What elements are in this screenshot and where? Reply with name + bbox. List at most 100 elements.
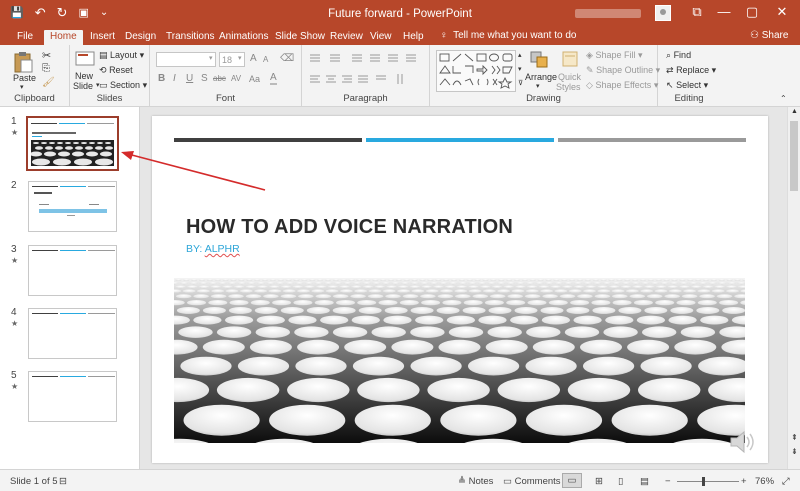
- quick-styles-icon[interactable]: [561, 50, 581, 68]
- copy-icon[interactable]: ⎘: [42, 63, 50, 74]
- strikethrough-button[interactable]: abc: [213, 74, 226, 83]
- slide-canvas[interactable]: HOW TO ADD VOICE NARRATION BY: ALPHR: [152, 116, 768, 463]
- spell-check-icon[interactable]: ⊟: [59, 476, 67, 487]
- tab-home[interactable]: Home: [44, 30, 83, 46]
- photo-disc: [247, 282, 256, 285]
- slide-sorter-button[interactable]: ⊞: [595, 476, 603, 487]
- shape-outline-button[interactable]: ✎ Shape Outline ▾: [586, 65, 660, 76]
- tab-review[interactable]: Review: [330, 30, 363, 45]
- shapes-scroll-up-icon[interactable]: ▴: [518, 51, 522, 59]
- tell-me-search[interactable]: ♀ Tell me what you want to do: [440, 30, 576, 41]
- scrollbar-thumb[interactable]: [790, 121, 798, 191]
- font-name-dropdown[interactable]: [156, 52, 216, 67]
- decrease-font-size-button[interactable]: A: [263, 55, 268, 64]
- fit-slide-button[interactable]: ⤢: [782, 476, 790, 487]
- section-button[interactable]: ▭ Section ▾: [99, 80, 147, 91]
- paste-dropdown-icon[interactable]: ▾: [20, 83, 24, 91]
- bold-button[interactable]: B: [158, 73, 165, 84]
- scroll-up-icon[interactable]: ▲: [791, 108, 798, 115]
- tab-design[interactable]: Design: [125, 30, 156, 45]
- cut-icon[interactable]: ✂: [42, 49, 51, 62]
- change-case-button[interactable]: Aa: [249, 74, 260, 84]
- font-name-dropdown-icon[interactable]: ▾: [209, 54, 213, 62]
- group-paragraph: Paragraph: [302, 45, 430, 107]
- replace-button[interactable]: ⇄ Replace ▾: [666, 65, 716, 76]
- shapes-gallery[interactable]: [436, 50, 516, 92]
- photo-disc: [378, 300, 398, 306]
- tab-view[interactable]: View: [370, 30, 392, 45]
- zoom-in-button[interactable]: +: [741, 476, 747, 487]
- close-button[interactable]: ✕: [772, 4, 792, 20]
- format-painter-icon[interactable]: 🖌: [42, 77, 55, 88]
- slide-thumbnail-3[interactable]: [28, 245, 117, 296]
- tab-help[interactable]: Help: [403, 30, 424, 45]
- shape-fill-button[interactable]: ◈ Shape Fill ▾: [586, 50, 643, 61]
- new-slide-icon[interactable]: [75, 51, 95, 67]
- font-size-dropdown-icon[interactable]: ▾: [238, 54, 242, 62]
- subtitle-prefix: BY:: [186, 243, 205, 255]
- quick-styles-label-1[interactable]: Quick: [558, 72, 581, 82]
- increase-font-size-button[interactable]: A: [250, 53, 257, 64]
- tab-insert[interactable]: Insert: [90, 30, 115, 45]
- arrange-icon[interactable]: [529, 50, 551, 70]
- user-name[interactable]: [575, 9, 641, 18]
- zoom-out-button[interactable]: −: [665, 476, 671, 487]
- zoom-slider-track[interactable]: [677, 481, 739, 482]
- vertical-scrollbar[interactable]: ▲ ⇞ ⇟: [787, 107, 800, 469]
- photo-disc: [386, 285, 397, 289]
- find-button[interactable]: ⌕ Find: [666, 50, 691, 61]
- shapes-more-icon[interactable]: ⊽: [518, 79, 523, 87]
- slide-thumbnail-1[interactable]: [26, 116, 119, 171]
- slide-editing-area: HOW TO ADD VOICE NARRATION BY: ALPHR: [140, 107, 787, 469]
- layout-button[interactable]: ▤ Layout ▾: [99, 50, 144, 61]
- underline-button[interactable]: U: [186, 73, 193, 84]
- slide-thumbnail-5[interactable]: [28, 371, 117, 422]
- new-slide-label-2[interactable]: Slide: [73, 81, 93, 91]
- ribbon-display-options-icon[interactable]: ⧉: [687, 4, 707, 20]
- slide-subtitle[interactable]: BY: ALPHR: [186, 243, 240, 255]
- select-button[interactable]: ↖ Select ▾: [666, 80, 708, 91]
- normal-view-button[interactable]: ▭: [562, 473, 582, 488]
- tab-transitions[interactable]: Transitions: [166, 30, 215, 45]
- text-shadow-button[interactable]: S: [201, 73, 208, 84]
- italic-button[interactable]: I: [173, 73, 176, 84]
- slide-thumbnail-4[interactable]: [28, 308, 117, 359]
- photo-disc: [295, 356, 347, 376]
- tab-slide-show[interactable]: Slide Show: [275, 30, 325, 45]
- notes-button[interactable]: ≜ Notes: [458, 476, 493, 487]
- comments-button[interactable]: ▭ Comments: [503, 476, 561, 487]
- clear-formatting-icon[interactable]: ⌫: [280, 53, 294, 64]
- quick-styles-label-2[interactable]: Styles: [556, 82, 581, 92]
- shapes-scroll-down-icon[interactable]: ▾: [518, 65, 522, 73]
- slide-thumbnail-2[interactable]: [28, 181, 117, 232]
- reading-view-button[interactable]: ▯: [618, 476, 623, 487]
- shape-effects-button[interactable]: ◇ Shape Effects ▾: [586, 80, 658, 91]
- collapse-ribbon-icon[interactable]: ⌃: [780, 94, 787, 103]
- arrange-button[interactable]: Arrange: [525, 72, 557, 82]
- paste-icon[interactable]: [12, 51, 34, 73]
- photo-disc: [266, 282, 275, 285]
- restore-button[interactable]: ▢: [742, 4, 762, 20]
- share-button[interactable]: ⚇ Share: [750, 30, 788, 41]
- reset-button[interactable]: ⟲ Reset: [99, 65, 133, 76]
- slide-title[interactable]: HOW TO ADD VOICE NARRATION: [186, 216, 513, 239]
- tab-animations[interactable]: Animations: [219, 30, 268, 45]
- font-color-button[interactable]: A: [270, 72, 277, 85]
- tab-file[interactable]: File: [17, 30, 33, 45]
- zoom-level[interactable]: 76%: [755, 476, 774, 487]
- slide-show-button[interactable]: ▤: [640, 476, 649, 487]
- arrange-dropdown-icon[interactable]: ▾: [536, 82, 540, 90]
- paste-button[interactable]: Paste: [13, 73, 36, 83]
- zoom-slider-thumb[interactable]: [702, 477, 705, 486]
- shapes-gallery-icon: [439, 53, 513, 89]
- previous-slide-icon[interactable]: ⇞: [791, 433, 798, 442]
- photo-disc: [429, 282, 439, 285]
- minimize-button[interactable]: —: [714, 4, 734, 19]
- new-slide-label-1[interactable]: New: [75, 71, 93, 81]
- next-slide-icon[interactable]: ⇟: [791, 447, 798, 456]
- avatar[interactable]: [655, 5, 671, 21]
- speaker-icon[interactable]: [728, 428, 758, 456]
- paragraph-controls-icon[interactable]: [308, 52, 426, 92]
- character-spacing-button[interactable]: AV: [231, 74, 241, 83]
- slide-photo[interactable]: [174, 278, 745, 443]
